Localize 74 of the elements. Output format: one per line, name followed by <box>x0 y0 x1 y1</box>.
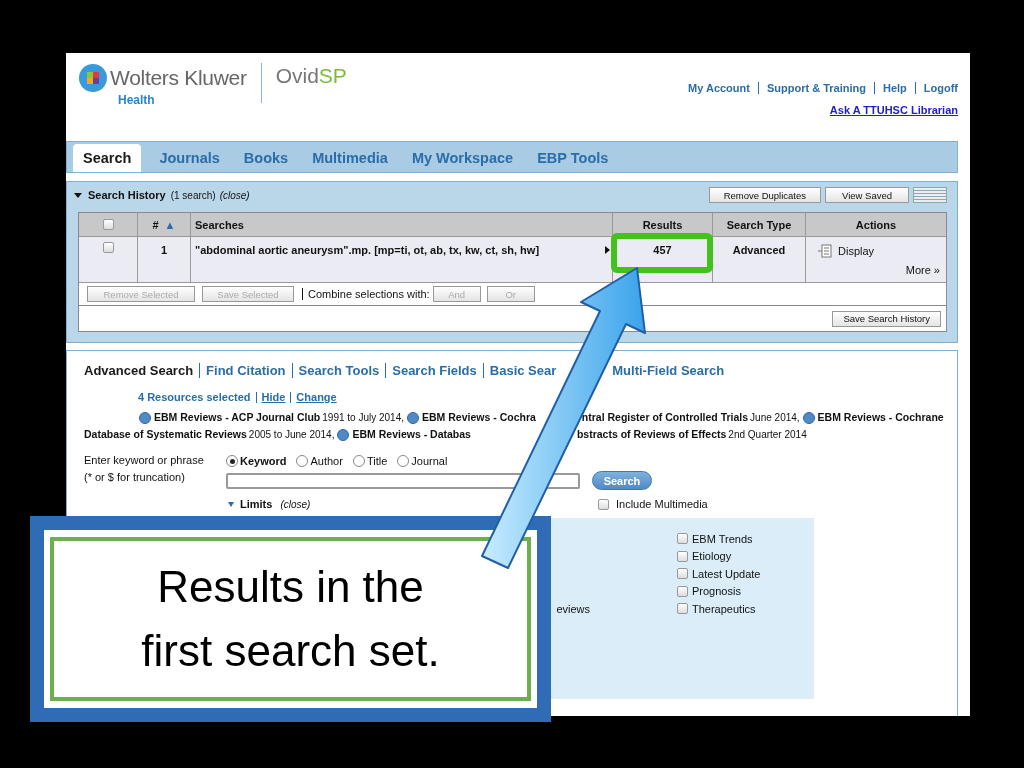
database-name: EBM Reviews - Databas <box>352 427 471 442</box>
search-input[interactable] <box>226 472 580 489</box>
database-name: Database of Systematic Reviews <box>84 427 247 442</box>
table-cell-text: 1 <box>160 243 168 258</box>
resources-count: 4 Resources selected <box>138 391 252 403</box>
expand-arrow-icon[interactable] <box>605 246 610 254</box>
search-mode-link[interactable]: Basic Sear <box>482 362 563 378</box>
search-mode-link[interactable]: Find Citation <box>199 362 292 378</box>
column-header: Search Type <box>713 213 806 237</box>
header-link[interactable]: Logoff <box>914 82 958 94</box>
database-name: EBM Reviews - Cochra <box>422 410 536 425</box>
coverage-dates: June 2014, <box>750 411 800 425</box>
database-name: ntral Register of Controlled Trials <box>581 410 749 425</box>
info-icon[interactable] <box>337 428 350 441</box>
column-header: Searches <box>191 213 613 237</box>
field-label: Enter keyword or phrase <box>84 453 205 468</box>
close-link[interactable]: (close) <box>280 498 311 510</box>
librarian-link[interactable]: Ask A TTUHSC Librarian <box>829 104 958 116</box>
field-radio[interactable]: Journal <box>397 455 448 467</box>
more-link[interactable]: More » <box>905 264 940 276</box>
table-cell-text: Advanced <box>732 243 786 258</box>
limit-label: eviews <box>556 601 590 617</box>
search-count: (1 search) <box>170 189 216 201</box>
hide-link[interactable]: Hide <box>255 391 291 403</box>
field-hint: (* or $ for truncation) <box>84 470 186 485</box>
collapse-icon[interactable] <box>228 501 234 507</box>
toolbar-button[interactable]: View Saved <box>825 187 909 203</box>
search-mode-link[interactable]: Search Fields <box>385 362 483 378</box>
info-icon[interactable] <box>407 411 420 424</box>
row-checkbox[interactable] <box>102 242 114 253</box>
limit-checkbox[interactable]: Prognosis <box>677 582 761 600</box>
brand-subtitle: Health <box>118 93 156 107</box>
info-icon[interactable] <box>139 411 151 424</box>
limit-checkbox[interactable]: Latest Update <box>677 565 761 583</box>
brand-name: Wolters Kluwer <box>110 66 247 90</box>
search-mode-link[interactable]: Search Tools <box>291 362 386 378</box>
search-mode-link[interactable]: Multi-Field Search <box>606 362 731 378</box>
coverage-dates: 2nd Quarter 2014 <box>728 428 807 442</box>
field-radio[interactable]: Keyword <box>226 455 287 467</box>
search-query: "abdominal aortic aneurysm".mp. [mp=ti, ot, ab, tx, kw, ct, sh, hw] <box>195 243 541 258</box>
header-link[interactable]: My Account <box>680 82 758 94</box>
info-icon[interactable] <box>802 411 815 424</box>
database-name: EBM Reviews - Cochrane <box>817 410 944 425</box>
header-link[interactable]: Help <box>873 82 915 94</box>
logo-icon <box>78 63 108 93</box>
search-mode-link[interactable]: Advanced Search <box>84 362 200 378</box>
change-link[interactable]: Change <box>290 391 342 403</box>
limit-checkbox[interactable]: Etiology <box>677 547 761 565</box>
display-link[interactable]: Display <box>818 244 942 258</box>
limit-checkbox[interactable]: Therapeutics <box>677 600 761 618</box>
header-link[interactable]: Support & Training <box>757 82 874 94</box>
column-header: Actions <box>806 213 946 237</box>
field-radio[interactable]: Author <box>296 455 343 467</box>
save-history-button[interactable]: Save Search History <box>832 310 941 327</box>
coverage-dates: 1991 to July 2014, <box>322 411 405 425</box>
panel-title: Search History <box>88 189 166 201</box>
collapse-icon[interactable] <box>74 192 82 198</box>
nav-tab[interactable]: Search <box>73 144 142 172</box>
coverage-dates: 2005 to June 2014, <box>248 428 335 442</box>
select-all-checkbox[interactable] <box>102 219 114 230</box>
limits-title: Limits <box>240 498 273 510</box>
results-count[interactable]: 457 <box>653 242 672 258</box>
document-icon <box>818 244 832 258</box>
column-header: # ▲ <box>138 213 191 237</box>
close-link[interactable]: (close) <box>219 189 250 201</box>
callout-text: Results in the first search set. <box>140 561 441 677</box>
field-radio[interactable]: Title <box>352 455 388 467</box>
database-name: EBM Reviews - ACP Journal Club <box>154 410 321 425</box>
combine-label: Combine selections with: <box>302 288 430 300</box>
product-logo: OvidSP <box>275 64 347 88</box>
toolbar-button[interactable]: Remove Duplicates <box>708 187 821 203</box>
multimedia-checkbox[interactable]: Include Multimedia <box>598 495 708 513</box>
database-name: bstracts of Reviews of Effects <box>576 427 727 442</box>
limit-checkbox[interactable]: EBM Trends <box>677 530 761 548</box>
